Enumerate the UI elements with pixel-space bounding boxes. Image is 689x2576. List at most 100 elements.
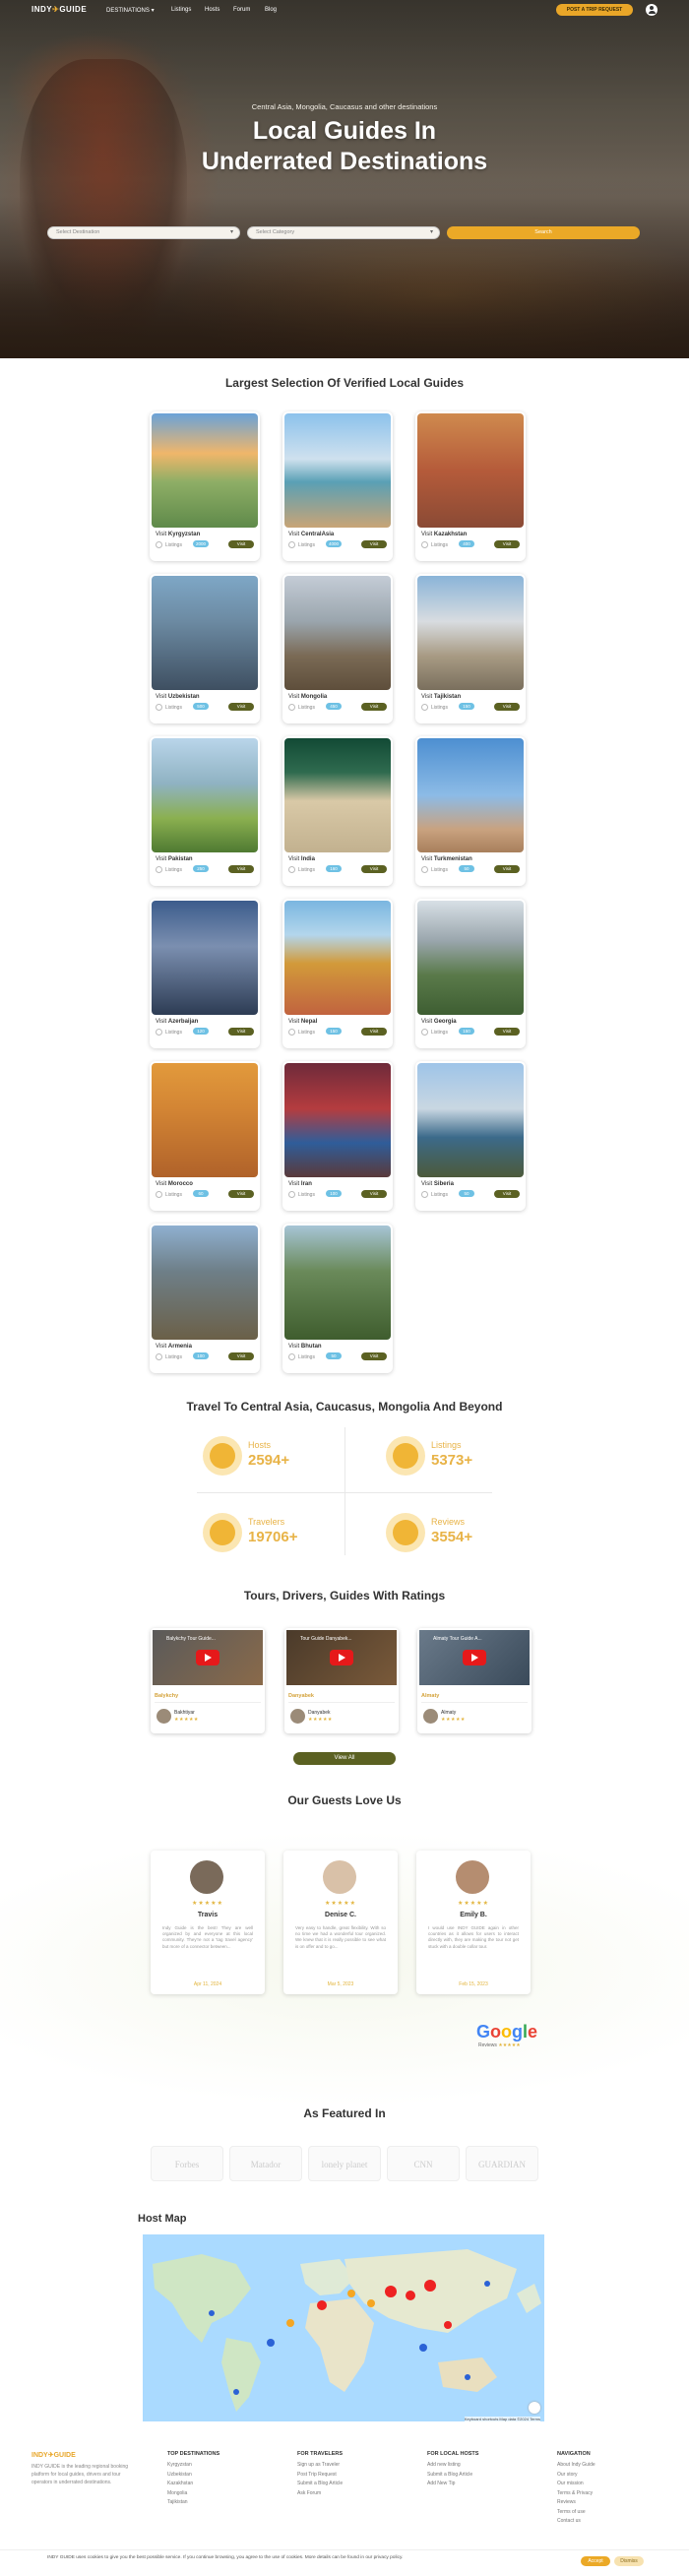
destination-card-bhutan[interactable]: Visit Bhutan Listings 50 Visit xyxy=(282,1224,393,1373)
footer-logo[interactable]: INDY✈GUIDE xyxy=(31,2451,76,2459)
nav-forum[interactable]: Forum xyxy=(233,7,250,13)
footer-link[interactable]: Add New Tip xyxy=(427,2480,455,2488)
footer-link[interactable]: Terms of use xyxy=(557,2508,586,2517)
footer-link[interactable]: Ask Forum xyxy=(297,2489,321,2498)
nav-listings[interactable]: Listings xyxy=(171,7,191,13)
footer-link[interactable]: Contact us xyxy=(557,2517,581,2526)
destination-card-armenia[interactable]: Visit Armenia Listings 100 Visit xyxy=(150,1224,260,1373)
destination-card-nepal[interactable]: Visit Nepal Listings 150 Visit xyxy=(282,899,393,1048)
footer-link[interactable]: Kazakhstan xyxy=(167,2480,193,2488)
map-pin[interactable] xyxy=(465,2374,470,2380)
visit-button[interactable]: Visit xyxy=(228,865,254,873)
destination-select[interactable]: Select Destination xyxy=(47,226,240,239)
visit-button[interactable]: Visit xyxy=(361,1190,387,1198)
visit-button[interactable]: Visit xyxy=(228,540,254,548)
visit-button[interactable]: Visit xyxy=(361,703,387,711)
map-fullscreen-icon[interactable] xyxy=(529,2402,540,2414)
map-pin[interactable] xyxy=(424,2280,436,2292)
footer-link[interactable]: Sign up as Traveler xyxy=(297,2461,340,2470)
destination-card-tajikistan[interactable]: Visit Tajikistan Listings 150 Visit xyxy=(415,574,526,723)
visit-button[interactable]: Visit xyxy=(228,1190,254,1198)
visit-button[interactable]: Visit xyxy=(494,1028,520,1036)
footer-link[interactable]: Tajikistan xyxy=(167,2498,188,2507)
tour-video[interactable]: Tour Guide Danyabek... xyxy=(286,1630,397,1685)
destination-photo[interactable] xyxy=(417,576,524,690)
visit-button[interactable]: Visit xyxy=(494,540,520,548)
nav-destinations[interactable]: DESTINATIONS ▾ xyxy=(106,7,155,14)
destination-photo[interactable] xyxy=(284,1225,391,1340)
map-pin[interactable] xyxy=(286,2319,294,2327)
tour-location[interactable]: Almaty xyxy=(421,1693,439,1699)
map-pin[interactable] xyxy=(317,2300,327,2310)
destination-photo[interactable] xyxy=(284,901,391,1015)
map-pin[interactable] xyxy=(385,2286,397,2297)
footer-link[interactable]: Mongolia xyxy=(167,2489,187,2498)
destination-photo[interactable] xyxy=(152,1225,258,1340)
visit-button[interactable]: Visit xyxy=(228,1352,254,1360)
footer-link[interactable]: About Indy Guide xyxy=(557,2461,595,2470)
map-pin[interactable] xyxy=(406,2291,415,2300)
footer-link[interactable]: Our story xyxy=(557,2471,578,2480)
destination-photo[interactable] xyxy=(152,576,258,690)
visit-button[interactable]: Visit xyxy=(361,540,387,548)
visit-button[interactable]: Visit xyxy=(494,865,520,873)
category-select[interactable]: Select Category xyxy=(247,226,440,239)
footer-link[interactable]: Post Trip Request xyxy=(297,2471,337,2480)
map-pin[interactable] xyxy=(419,2344,427,2352)
tour-video[interactable]: Almaty Tour Guide A... xyxy=(419,1630,530,1685)
host-map[interactable]: Keyboard shortcuts Map data ©2024 Terms xyxy=(143,2234,544,2421)
nav-blog[interactable]: Blog xyxy=(265,7,277,13)
destination-card-siberia[interactable]: Visit Siberia Listings 50 Visit xyxy=(415,1061,526,1211)
destination-photo[interactable] xyxy=(417,738,524,852)
destination-card-kyrgyzstan[interactable]: Visit Kyrgyzstan Listings 2000 Visit xyxy=(150,411,260,561)
post-trip-request-button[interactable]: POST A TRIP REQUEST xyxy=(556,4,633,16)
tour-card[interactable]: Almaty Tour Guide A... Almaty Almaty ★★★… xyxy=(417,1628,532,1733)
map-pin[interactable] xyxy=(367,2299,375,2307)
destination-photo[interactable] xyxy=(284,738,391,852)
tour-card[interactable]: Balykchy Tour Guide... Balykchy Bakhtiya… xyxy=(151,1628,265,1733)
footer-link[interactable]: Terms & Privacy xyxy=(557,2489,593,2498)
footer-link[interactable]: Reviews xyxy=(557,2498,576,2507)
destination-card-mongolia[interactable]: Visit Mongolia Listings 450 Visit xyxy=(282,574,393,723)
destination-card-morocco[interactable]: Visit Morocco Listings 60 Visit xyxy=(150,1061,260,1211)
destination-card-uzbekistan[interactable]: Visit Uzbekistan Listings 500 Visit xyxy=(150,574,260,723)
destination-card-iran[interactable]: Visit Iran Listings 100 Visit xyxy=(282,1061,393,1211)
user-account-icon[interactable] xyxy=(646,4,658,16)
visit-button[interactable]: Visit xyxy=(361,865,387,873)
search-button[interactable]: Search xyxy=(447,226,640,239)
view-all-button[interactable]: View All xyxy=(293,1752,396,1765)
youtube-play-icon[interactable] xyxy=(196,1650,219,1665)
destination-card-georgia[interactable]: Visit Georgia Listings 150 Visit xyxy=(415,899,526,1048)
tour-card[interactable]: Tour Guide Danyabek... Danyabek Danyabek… xyxy=(284,1628,399,1733)
map-pin[interactable] xyxy=(209,2310,215,2316)
map-pin[interactable] xyxy=(267,2339,275,2347)
map-pin[interactable] xyxy=(347,2290,355,2297)
destination-card-azerbaijan[interactable]: Visit Azerbaijan Listings 120 Visit xyxy=(150,899,260,1048)
destination-photo[interactable] xyxy=(417,413,524,528)
nav-hosts[interactable]: Hosts xyxy=(205,7,219,13)
site-logo[interactable]: INDY✈GUIDE xyxy=(31,5,87,14)
visit-button[interactable]: Visit xyxy=(361,1028,387,1036)
destination-photo[interactable] xyxy=(417,901,524,1015)
destination-photo[interactable] xyxy=(284,576,391,690)
destination-card-india[interactable]: Visit India Listings 160 Visit xyxy=(282,736,393,886)
footer-link[interactable]: Add new listing xyxy=(427,2461,461,2470)
destination-photo[interactable] xyxy=(152,738,258,852)
destination-photo[interactable] xyxy=(284,413,391,528)
map-pin[interactable] xyxy=(484,2281,490,2287)
destination-card-turkmenistan[interactable]: Visit Turkmenistan Listings 50 Visit xyxy=(415,736,526,886)
destination-photo[interactable] xyxy=(417,1063,524,1177)
destination-card-centralasia[interactable]: Visit CentralAsia Listings 4000 Visit xyxy=(282,411,393,561)
visit-button[interactable]: Visit xyxy=(361,1352,387,1360)
destination-card-kazakhstan[interactable]: Visit Kazakhstan Listings 400 Visit xyxy=(415,411,526,561)
visit-button[interactable]: Visit xyxy=(494,1190,520,1198)
map-pin[interactable] xyxy=(233,2389,239,2395)
footer-link[interactable]: Our mission xyxy=(557,2480,584,2488)
tour-location[interactable]: Danyabek xyxy=(288,1693,314,1699)
visit-button[interactable]: Visit xyxy=(228,1028,254,1036)
footer-link[interactable]: Submit a Blog Article xyxy=(297,2480,343,2488)
footer-link[interactable]: Submit a Blog Article xyxy=(427,2471,472,2480)
youtube-play-icon[interactable] xyxy=(463,1650,486,1665)
footer-link[interactable]: Uzbekistan xyxy=(167,2471,192,2480)
destination-card-pakistan[interactable]: Visit Pakistan Listings 250 Visit xyxy=(150,736,260,886)
